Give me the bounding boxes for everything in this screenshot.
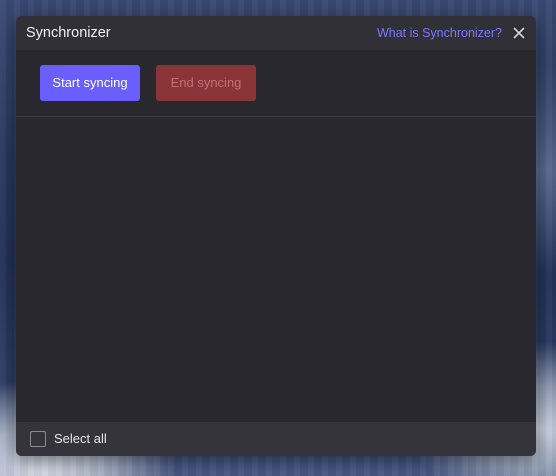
what-is-synchronizer-link[interactable]: What is Synchronizer?	[377, 25, 502, 41]
toolbar: Start syncing End syncing	[16, 50, 536, 116]
dialog-footer: Select all	[16, 422, 536, 456]
start-syncing-button[interactable]: Start syncing	[40, 65, 140, 101]
end-syncing-button[interactable]: End syncing	[156, 65, 256, 101]
select-all-label[interactable]: Select all	[54, 431, 107, 447]
close-icon[interactable]	[510, 24, 528, 42]
dialog-title: Synchronizer	[26, 25, 111, 41]
dialog-header: Synchronizer What is Synchronizer?	[16, 16, 536, 50]
window-list-area	[16, 117, 536, 422]
synchronizer-dialog: Synchronizer What is Synchronizer? Start…	[16, 16, 536, 456]
select-all-checkbox[interactable]	[30, 431, 46, 447]
